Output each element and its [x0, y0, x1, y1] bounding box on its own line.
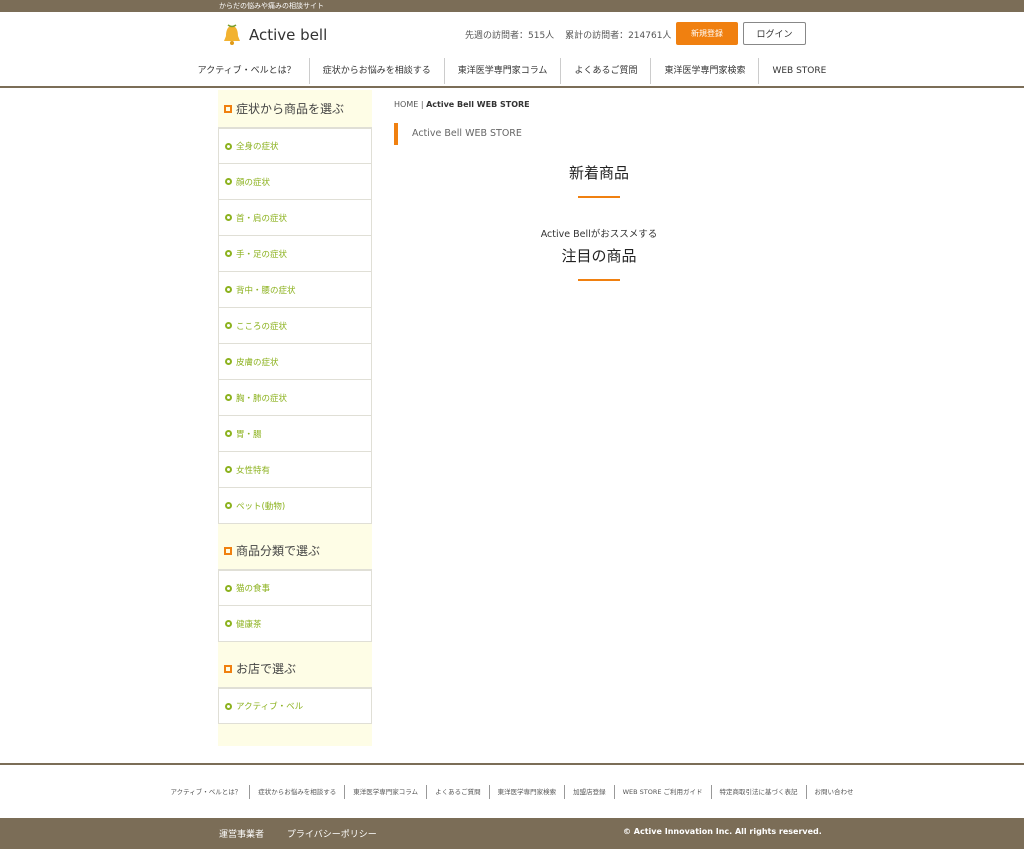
footer-link-commerce-law[interactable]: 特定商取引法に基づく表記 — [710, 784, 806, 799]
footer-bottom-links: 運営事業者 プライバシーポリシー — [219, 827, 397, 840]
circle-arrow-icon — [225, 358, 232, 365]
gnav-item-expert-search[interactable]: 東洋医学専門家検索 — [650, 58, 758, 84]
sidebar-item-women[interactable]: 女性特有 — [218, 452, 372, 488]
sidebar-heading-shop: お店で選ぶ — [218, 650, 372, 687]
sidebar-item-health-tea[interactable]: 健康茶 — [218, 606, 372, 642]
visitors-total: 累計の訪問者：214761人 — [565, 31, 672, 41]
gnav-item-consult[interactable]: 症状からお悩みを相談する — [308, 58, 444, 84]
sidebar-item-neck-shoulder[interactable]: 首・肩の症状 — [218, 200, 372, 236]
sidebar-item-active-bell[interactable]: アクティブ・ベル — [218, 688, 372, 724]
circle-arrow-icon — [225, 394, 232, 401]
sidebar-item-chest-lung[interactable]: 胸・肺の症状 — [218, 380, 372, 416]
logo[interactable]: Active bell — [222, 23, 327, 47]
sidebar-item-stomach[interactable]: 胃・腸 — [218, 416, 372, 452]
breadcrumb-separator: | — [420, 100, 424, 109]
circle-arrow-icon — [225, 466, 232, 473]
circle-arrow-icon — [225, 250, 232, 257]
circle-arrow-icon — [225, 214, 232, 221]
circle-arrow-icon — [225, 702, 232, 710]
sidebar-item-whole-body[interactable]: 全身の症状 — [218, 128, 372, 164]
circle-arrow-icon — [225, 584, 232, 592]
page-title: Active Bell WEB STORE — [394, 123, 804, 145]
copyright: © Active Innovation Inc. All rights rese… — [623, 827, 822, 836]
sidebar-item-pet[interactable]: ペット(動物) — [218, 488, 372, 524]
sidebar-item-face[interactable]: 顔の症状 — [218, 164, 372, 200]
footer-link-contact[interactable]: お問い合わせ — [805, 784, 862, 799]
sidebar-item-cat-food[interactable]: 猫の食事 — [218, 570, 372, 606]
sidebar: 症状から商品を選ぶ 全身の症状 顔の症状 首・肩の症状 手・足の症状 背中・腰の… — [218, 90, 372, 746]
footer-link-member-shop[interactable]: 加盟店登録 — [564, 784, 614, 799]
top-bar: からだの悩みや痛みの相談サイト — [0, 0, 1024, 12]
sidebar-item-back-waist[interactable]: 背中・腰の症状 — [218, 272, 372, 308]
recommend-caption: Active Bellがおススメする — [540, 229, 658, 240]
footer-nav: アクティブ・ベルとは？ 症状からお悩みを相談する 東洋医学専門家コラム よくある… — [0, 763, 1024, 818]
footer-link-faq[interactable]: よくあるご質問 — [426, 784, 489, 799]
circle-arrow-icon — [225, 286, 232, 293]
circle-arrow-icon — [225, 620, 232, 627]
visitors-week: 先週の訪問者：515人 — [465, 31, 555, 41]
main-content: HOME | Active Bell WEB STORE Active Bell… — [394, 100, 804, 281]
circle-arrow-icon — [225, 178, 232, 185]
circle-arrow-icon — [225, 502, 232, 509]
gnav-item-webstore[interactable]: WEB STORE — [758, 58, 839, 84]
square-bullet-icon — [224, 546, 232, 555]
login-button[interactable]: ログイン — [743, 22, 806, 45]
sidebar-group-category: 猫の食事 健康茶 — [218, 569, 372, 642]
sidebar-item-skin[interactable]: 皮膚の症状 — [218, 344, 372, 380]
circle-arrow-icon — [225, 430, 232, 437]
footer-link-expert-search[interactable]: 東洋医学専門家検索 — [488, 784, 565, 799]
gnav-item-about[interactable]: アクティブ・ベルとは？ — [185, 58, 309, 84]
sidebar-heading-symptom: 症状から商品を選ぶ — [218, 90, 372, 127]
sidebar-group-symptom: 全身の症状 顔の症状 首・肩の症状 手・足の症状 背中・腰の症状 こころの症状 … — [218, 127, 372, 524]
featured-title: 注目の商品 — [561, 247, 637, 265]
circle-arrow-icon — [225, 322, 232, 329]
square-bullet-icon — [224, 664, 232, 673]
circle-arrow-icon — [225, 142, 232, 150]
footer-link-column[interactable]: 東洋医学専門家コラム — [344, 784, 426, 799]
new-items-title: 新着商品 — [568, 164, 629, 182]
site-tagline: からだの悩みや痛みの相談サイト — [219, 2, 324, 10]
register-button[interactable]: 新規登録 — [676, 22, 738, 45]
sidebar-heading-category: 商品分類で選ぶ — [218, 532, 372, 569]
bell-icon — [224, 24, 240, 45]
square-bullet-icon — [224, 104, 232, 113]
sidebar-item-hand-foot[interactable]: 手・足の症状 — [218, 236, 372, 272]
header: Active bell 先週の訪問者：515人 累計の訪問者：214761人 新… — [0, 12, 1024, 58]
gnav-item-faq[interactable]: よくあるご質問 — [560, 58, 650, 84]
footer-bottom: 運営事業者 プライバシーポリシー © Active Innovation Inc… — [0, 818, 1024, 849]
footer-link-about[interactable]: アクティブ・ベルとは？ — [162, 785, 249, 799]
featured-underline — [578, 279, 620, 281]
gnav-item-column[interactable]: 東洋医学専門家コラム — [443, 58, 561, 84]
breadcrumb-current: Active Bell WEB STORE — [426, 100, 530, 109]
footer-link-store-guide[interactable]: WEB STORE ご利用ガイド — [613, 784, 711, 799]
sidebar-group-shop: アクティブ・ベル — [218, 687, 372, 724]
global-nav: アクティブ・ベルとは？ 症状からお悩みを相談する 東洋医学専門家コラム よくある… — [0, 58, 1024, 88]
new-items-underline — [578, 196, 620, 198]
footer-link-consult[interactable]: 症状からお悩みを相談する — [249, 784, 344, 799]
operator-link[interactable]: 運営事業者 — [219, 830, 264, 840]
breadcrumb: HOME | Active Bell WEB STORE — [394, 100, 804, 109]
logo-text: Active bell — [249, 26, 328, 44]
breadcrumb-home[interactable]: HOME — [394, 100, 418, 109]
privacy-link[interactable]: プライバシーポリシー — [287, 830, 377, 840]
visitor-counter: 先週の訪問者：515人 累計の訪問者：214761人 — [465, 28, 679, 41]
sidebar-item-mind[interactable]: こころの症状 — [218, 308, 372, 344]
